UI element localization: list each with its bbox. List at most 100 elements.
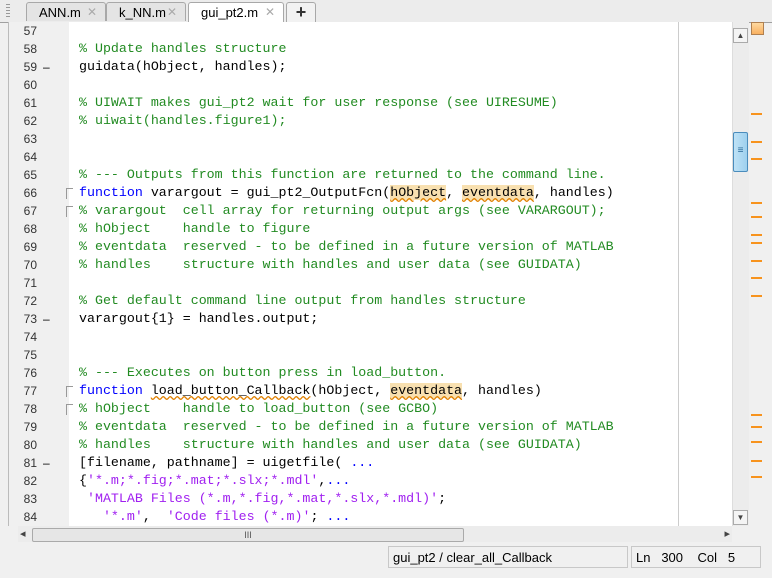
line-number[interactable]: 66 [9, 184, 37, 202]
code-line[interactable]: 61 % UIWAIT makes gui_pt2 wait for user r… [9, 94, 733, 112]
warning-marker[interactable] [751, 441, 762, 443]
code-line[interactable]: 81– [filename, pathname] = uigetfile( ... [9, 454, 733, 472]
code-token: % eventdata reserved - to be defined in … [79, 419, 614, 434]
code-line[interactable]: 60 [9, 76, 733, 94]
breakpoint-dash-icon[interactable]: – [43, 58, 50, 76]
code-token: % Update handles structure [79, 41, 287, 56]
line-number[interactable]: 61 [9, 94, 37, 112]
line-number[interactable]: 62 [9, 112, 37, 130]
warning-marker[interactable] [751, 476, 762, 478]
code-line[interactable]: 68 % hObject handle to figure [9, 220, 733, 238]
line-number[interactable]: 76 [9, 364, 37, 382]
code-line[interactable]: 82 {'*.m;*.fig;*.mat;*.slx;*.mdl',... [9, 472, 733, 490]
warning-marker[interactable] [751, 141, 762, 143]
line-number[interactable]: 58 [9, 40, 37, 58]
code-editor[interactable]: 57 58 % Update handles structure 59– guidata… [8, 22, 733, 526]
scroll-down-button[interactable]: ▼ [733, 510, 748, 525]
line-number[interactable]: 83 [9, 490, 37, 508]
code-line[interactable]: 75 [9, 346, 733, 364]
code-line[interactable]: 74 [9, 328, 733, 346]
line-number[interactable]: 81 [9, 454, 37, 472]
warning-marker[interactable] [751, 242, 762, 244]
line-number[interactable]: 67 [9, 202, 37, 220]
line-number[interactable]: 73 [9, 310, 37, 328]
code-line[interactable]: 73– varargout{1} = handles.output; [9, 310, 733, 328]
fold-marker-icon[interactable] [66, 188, 73, 199]
line-number[interactable]: 70 [9, 256, 37, 274]
code-token: varargout{1} = handles.output; [79, 311, 319, 326]
warning-marker[interactable] [751, 260, 762, 262]
line-number[interactable]: 60 [9, 76, 37, 94]
close-tab-icon[interactable]: ✕ [167, 3, 177, 22]
code-line[interactable]: 57 [9, 22, 733, 40]
line-number[interactable]: 75 [9, 346, 37, 364]
code-line[interactable]: 72 % Get default command line output from… [9, 292, 733, 310]
code-line[interactable]: 69 % eventdata reserved - to be defined i… [9, 238, 733, 256]
warning-marker[interactable] [751, 234, 762, 236]
code-line[interactable]: 84 '*.m', 'Code files (*.m)'; ... [9, 508, 733, 526]
fold-marker-icon[interactable] [66, 206, 73, 217]
breakpoint-dash-icon[interactable]: – [43, 454, 50, 472]
line-number[interactable]: 84 [9, 508, 37, 526]
code-token: hObject [390, 185, 447, 200]
scroll-up-button[interactable]: ▲ [733, 28, 748, 43]
fold-marker-icon[interactable] [66, 404, 73, 415]
line-number[interactable]: 57 [9, 22, 37, 40]
line-number[interactable]: 68 [9, 220, 37, 238]
code-line[interactable]: 71 [9, 274, 733, 292]
new-tab-button[interactable]: + [286, 2, 316, 22]
line-number[interactable]: 59 [9, 58, 37, 76]
horizontal-scrollbar[interactable]: ◂ III ▸ [18, 526, 732, 542]
code-line[interactable]: 77 function load_button_Callback(hObject,… [9, 382, 733, 400]
warning-marker[interactable] [751, 216, 762, 218]
close-tab-icon[interactable]: ✕ [87, 3, 97, 22]
warning-marker[interactable] [751, 295, 762, 297]
line-number[interactable]: 71 [9, 274, 37, 292]
breakpoint-dash-icon[interactable]: – [43, 310, 50, 328]
code-line[interactable]: 66 function varargout = gui_pt2_OutputFcn… [9, 184, 733, 202]
drag-grip[interactable] [6, 4, 10, 18]
line-number[interactable]: 79 [9, 418, 37, 436]
warning-marker[interactable] [751, 414, 762, 416]
code-line[interactable]: 78 % hObject handle to load_button (see G… [9, 400, 733, 418]
code-line[interactable]: 58 % Update handles structure [9, 40, 733, 58]
warning-marker[interactable] [751, 460, 762, 462]
warning-marker[interactable] [751, 277, 762, 279]
horizontal-scroll-thumb[interactable]: III [32, 528, 464, 542]
code-line[interactable]: 79 % eventdata reserved - to be defined i… [9, 418, 733, 436]
line-number[interactable]: 63 [9, 130, 37, 148]
vertical-scroll-thumb[interactable]: ≡ [733, 132, 748, 172]
line-number[interactable]: 78 [9, 400, 37, 418]
code-line[interactable]: 65 % --- Outputs from this function are r… [9, 166, 733, 184]
code-line[interactable]: 80 % handles structure with handles and u… [9, 436, 733, 454]
tab-k-nn-m[interactable]: k_NN.m ✕ [106, 2, 186, 21]
code-line[interactable]: 70 % handles structure with handles and u… [9, 256, 733, 274]
close-tab-icon[interactable]: ✕ [265, 3, 275, 22]
line-number[interactable]: 74 [9, 328, 37, 346]
scroll-left-button[interactable]: ◂ [20, 527, 26, 540]
line-number[interactable]: 69 [9, 238, 37, 256]
vertical-scrollbar[interactable]: ▲ ≡ ▼ [732, 22, 749, 526]
warning-marker[interactable] [751, 113, 762, 115]
line-number[interactable]: 82 [9, 472, 37, 490]
code-line[interactable]: 59– guidata(hObject, handles); [9, 58, 733, 76]
line-number[interactable]: 77 [9, 382, 37, 400]
tab-gui-pt2-m[interactable]: gui_pt2.m ✕ [188, 2, 284, 23]
fold-marker-icon[interactable] [66, 386, 73, 397]
line-number[interactable]: 65 [9, 166, 37, 184]
tab-ann-m[interactable]: ANN.m ✕ [26, 2, 106, 21]
warning-marker[interactable] [751, 202, 762, 204]
code-line[interactable]: 67 % varargout cell array for returning o… [9, 202, 733, 220]
line-number[interactable]: 72 [9, 292, 37, 310]
code-token: ... [326, 473, 351, 488]
code-line[interactable]: 63 [9, 130, 733, 148]
code-line[interactable]: 83 'MATLAB Files (*.m,*.fig,*.mat,*.slx,… [9, 490, 733, 508]
warning-marker[interactable] [751, 158, 762, 160]
line-number[interactable]: 80 [9, 436, 37, 454]
scroll-right-button[interactable]: ▸ [724, 527, 730, 540]
code-line[interactable]: 62 % uiwait(handles.figure1); [9, 112, 733, 130]
line-number[interactable]: 64 [9, 148, 37, 166]
warning-marker[interactable] [751, 426, 762, 428]
code-line[interactable]: 76 % --- Executes on button press in load… [9, 364, 733, 382]
code-line[interactable]: 64 [9, 148, 733, 166]
